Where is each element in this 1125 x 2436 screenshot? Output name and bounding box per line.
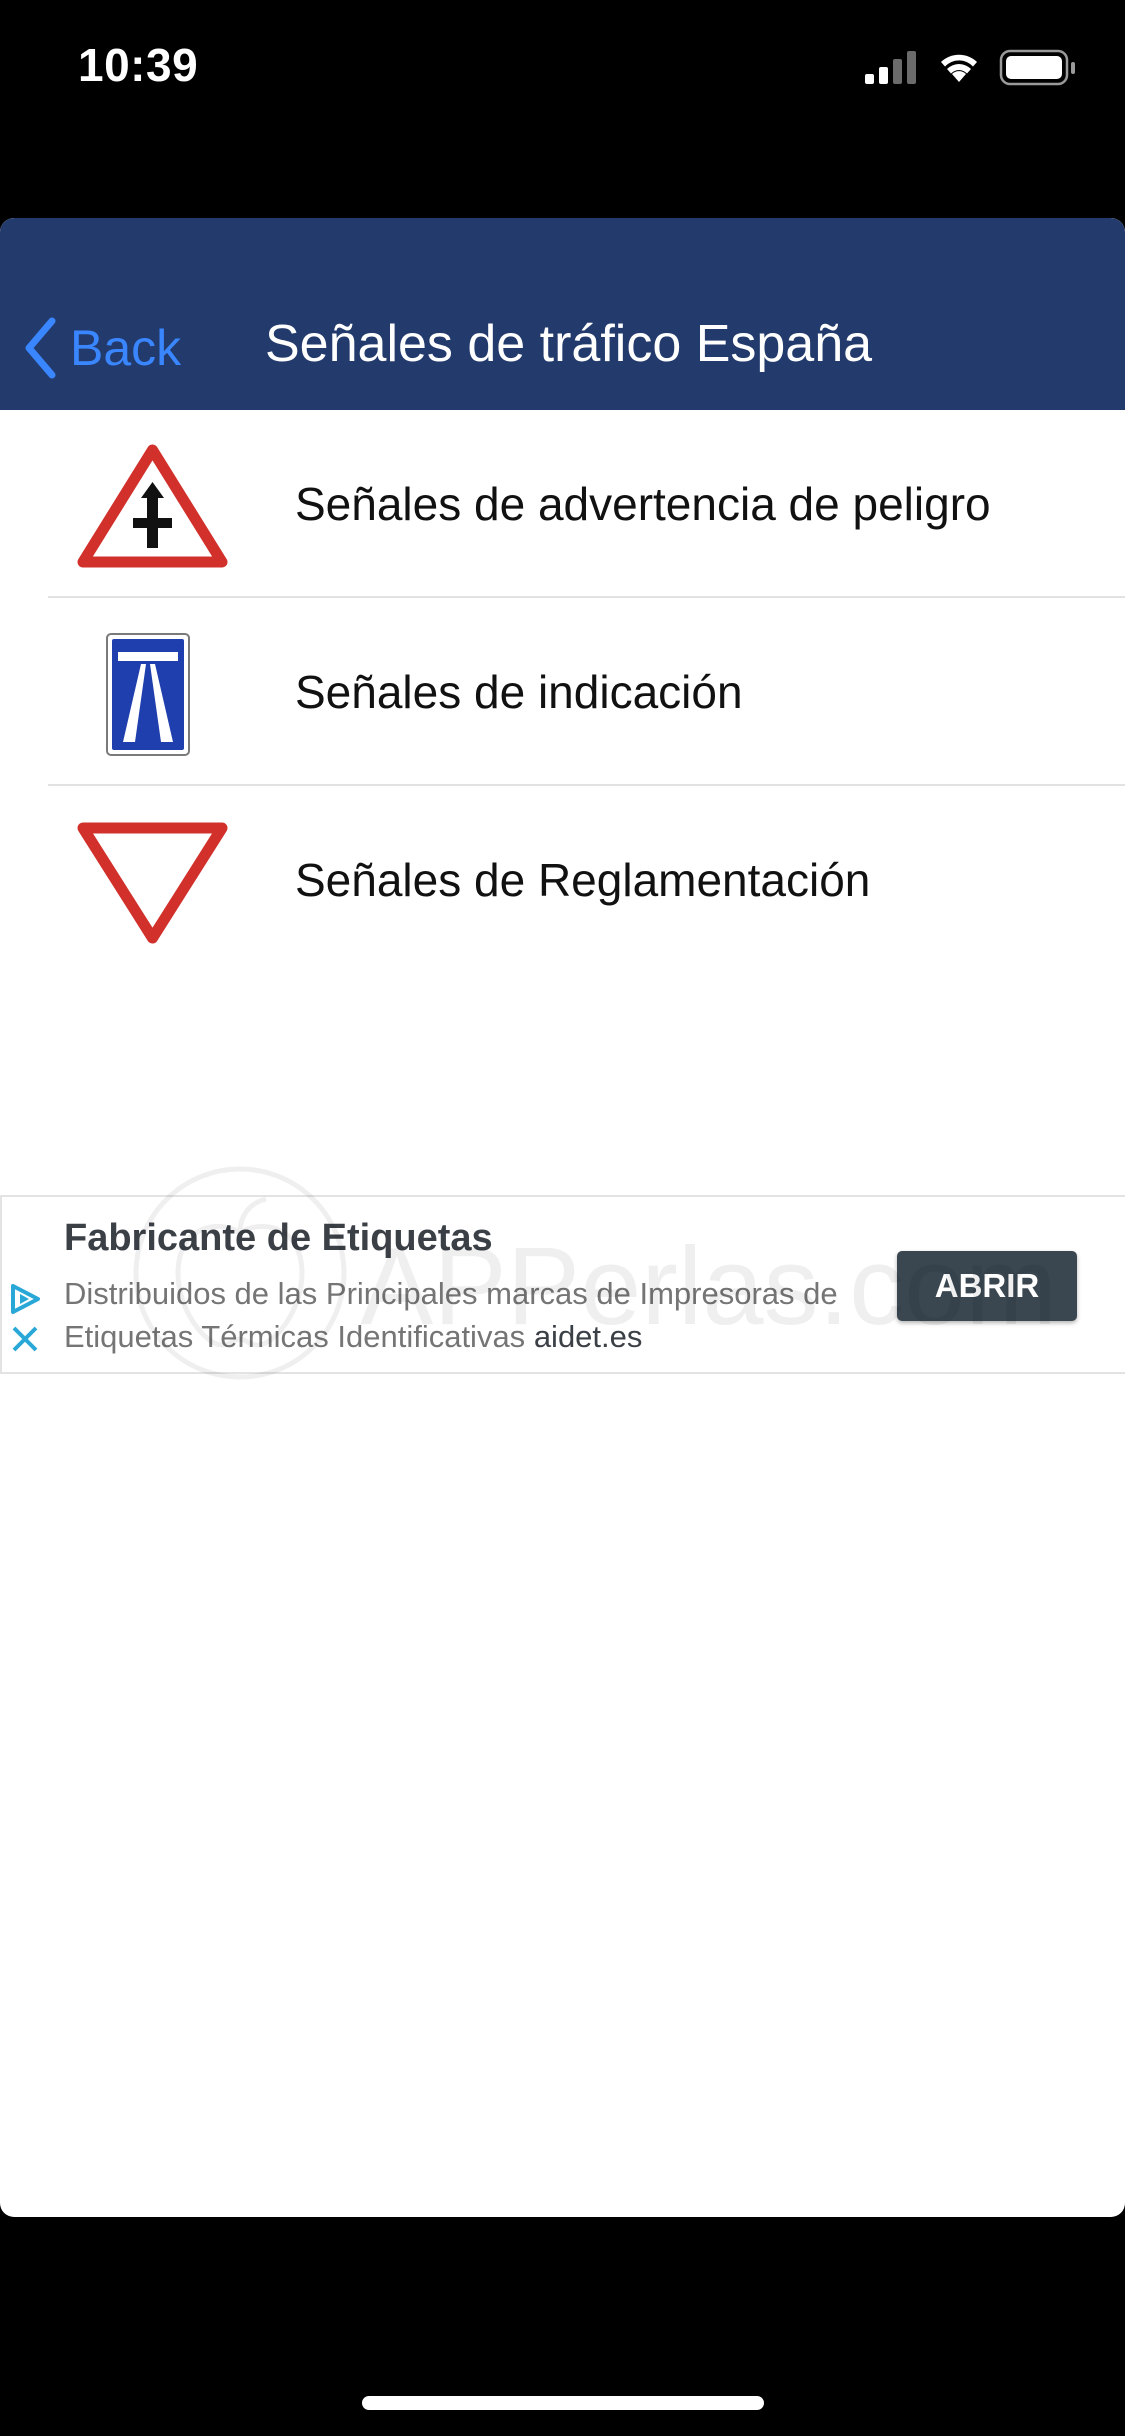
- back-button[interactable]: Back: [24, 308, 181, 388]
- warning-triangle-sign-icon: [77, 444, 228, 568]
- app-sheet: Back Señales de tráfico España Señales d…: [0, 218, 1125, 2217]
- ad-choices-icon[interactable]: [8, 1282, 42, 1316]
- menu-item-reglamentacion[interactable]: Señales de Reglamentación: [0, 786, 1125, 974]
- wifi-icon: [941, 54, 977, 82]
- status-icons: [865, 48, 1085, 88]
- back-label: Back: [70, 320, 182, 376]
- menu-item-label: Señales de indicación: [295, 666, 743, 718]
- cellular-signal-icon: [865, 51, 916, 84]
- watermark-text: APPerlas.com: [360, 1225, 1057, 1348]
- menu-item-label: Señales de advertencia de peligro: [295, 478, 991, 530]
- menu-item-advertencia[interactable]: Señales de advertencia de peligro: [0, 410, 1125, 598]
- menu-list: Señales de advertencia de peligro Señale…: [0, 410, 1125, 974]
- close-icon[interactable]: [10, 1324, 40, 1354]
- home-indicator[interactable]: [362, 2396, 764, 2410]
- apple-logo-icon: [133, 1166, 347, 1380]
- yield-sign-icon: [77, 822, 228, 944]
- battery-icon: [999, 49, 1075, 86]
- chevron-left-icon: [25, 317, 56, 379]
- menu-item-indicacion[interactable]: Señales de indicación: [0, 598, 1125, 786]
- motorway-sign-icon: [106, 633, 190, 756]
- menu-item-label: Señales de Reglamentación: [295, 854, 871, 906]
- watermark: APPerlas.com: [130, 1163, 1057, 1403]
- status-time: 10:39: [78, 39, 199, 91]
- navigation-bar: Back Señales de tráfico España: [0, 218, 1125, 410]
- status-bar: 10:39: [0, 0, 1125, 140]
- page-title: Señales de tráfico España: [265, 315, 873, 373]
